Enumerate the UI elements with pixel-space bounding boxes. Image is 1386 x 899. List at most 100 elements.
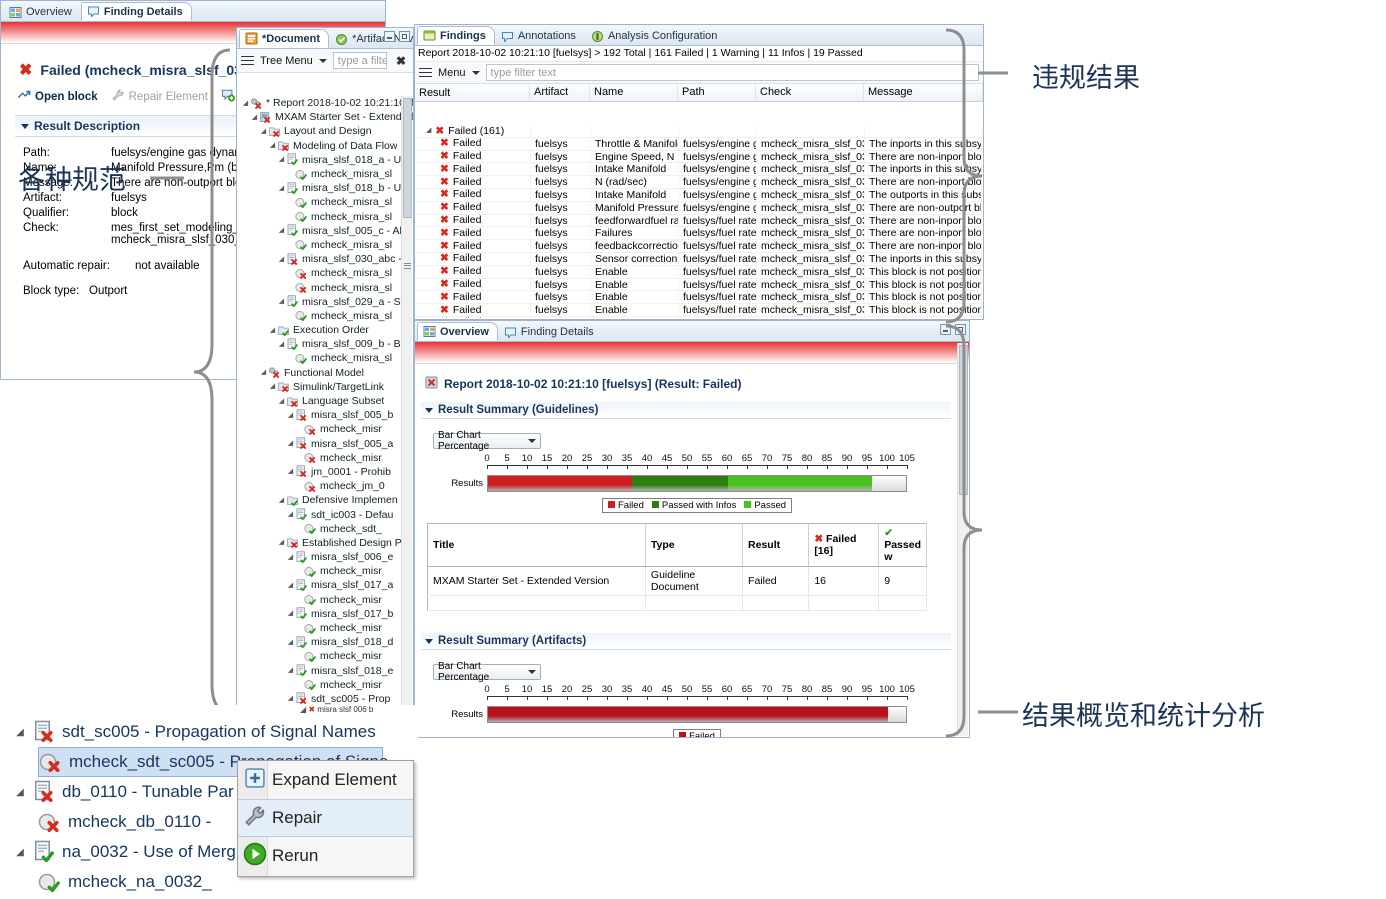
tree-expand-arrow-icon[interactable]: ◢ bbox=[277, 497, 286, 504]
tree-expand-arrow-icon[interactable]: ◢ bbox=[286, 667, 295, 674]
table-row[interactable]: ✖ Failedfuelsysfeedforwardfuel ratefuels… bbox=[416, 215, 982, 228]
tree-expand-arrow-icon[interactable]: ◢ bbox=[286, 468, 295, 475]
tree-expand-arrow-icon[interactable]: ◢ bbox=[250, 114, 259, 121]
table-row[interactable]: ✖ FailedfuelsysEnablefuelsys/fuel rate c… bbox=[416, 304, 982, 317]
tree-expand-arrow-icon[interactable]: ◢ bbox=[286, 610, 295, 617]
tab-document[interactable]: *Document bbox=[239, 29, 329, 48]
action-open-block[interactable]: Open block bbox=[17, 88, 98, 105]
guidelines-chart-type-chevron-icon[interactable] bbox=[528, 439, 536, 443]
tab-details-overview[interactable]: Overview bbox=[3, 2, 81, 21]
table-row[interactable]: ✖ FailedfuelsysSensor correction andfuel… bbox=[416, 253, 982, 266]
tab-annotations[interactable]: Annotations bbox=[495, 26, 585, 45]
guidelines-col-passed-with[interactable]: ✔ Passed w bbox=[879, 524, 927, 567]
guidelines-col-failed[interactable]: ✖ Failed [16] bbox=[809, 524, 879, 567]
section-result-summary-guidelines[interactable]: Result Summary (Guidelines) bbox=[421, 402, 951, 419]
tree-item[interactable]: ◢misra_slsf_005_c - Al bbox=[237, 224, 413, 238]
findings-menu-label[interactable]: Menu bbox=[438, 67, 466, 79]
tree-expand-arrow-icon[interactable]: ◢ bbox=[268, 383, 277, 390]
tree-item[interactable]: ◢Language Subset bbox=[237, 394, 413, 408]
chevron-down-icon[interactable] bbox=[319, 59, 327, 63]
tab-finding-details[interactable]: Finding Details bbox=[498, 322, 603, 341]
findings-table-body[interactable]: ◢✖Failed (161)✖ FailedfuelsysThrottle & … bbox=[416, 125, 982, 318]
tree-item[interactable]: mcheck_misr bbox=[237, 564, 413, 578]
tree-item[interactable]: mcheck_misra_sl bbox=[237, 309, 413, 323]
table-row[interactable]: ✖ FailedfuelsysEnablefuelsys/fuel rate c… bbox=[416, 266, 982, 279]
tree-item[interactable]: ◢sdt_sc005 - Prop bbox=[237, 692, 413, 706]
tree-filter-input[interactable]: type a filter quer bbox=[333, 52, 387, 69]
tree-expand-arrow-icon[interactable]: ◢ bbox=[286, 582, 295, 589]
tree-expand-arrow-icon[interactable]: ◢ bbox=[277, 539, 286, 546]
tree-expand-arrow-icon[interactable]: ◢ bbox=[241, 100, 250, 107]
tree-item[interactable]: mcheck_sdt_ bbox=[237, 522, 413, 536]
maximize-button[interactable] bbox=[399, 31, 410, 42]
tree-expand-arrow-icon[interactable]: ◢ bbox=[259, 369, 268, 376]
tree-item[interactable]: ◢Modeling of Data Flow bbox=[237, 139, 413, 153]
zoom-expand-arrow-icon[interactable]: ◢ bbox=[8, 727, 32, 738]
tree-item[interactable]: ◢MXAM Starter Set - Extended V bbox=[237, 110, 413, 124]
tree-expand-arrow-icon[interactable]: ◢ bbox=[286, 440, 295, 447]
context-menu-items[interactable]: Expand ElementRepairRerun bbox=[238, 761, 413, 875]
tree-item[interactable]: mcheck_misr bbox=[237, 593, 413, 607]
tree-item[interactable]: ◢misra_slsf_018_a - Us bbox=[237, 153, 413, 167]
table-row[interactable]: ✖ FailedfuelsysIntake Manifoldfuelsys/en… bbox=[416, 163, 982, 176]
table-row[interactable]: ✖ FailedfuelsysFailuresfuelsys/fuel rate… bbox=[416, 227, 982, 240]
tree-menu-icon[interactable] bbox=[241, 53, 254, 68]
tree-item[interactable]: mcheck_misr bbox=[237, 649, 413, 663]
tree-item[interactable]: ◢misra_slsf_017_a bbox=[237, 578, 413, 592]
tree-item[interactable]: ◢* Report 2018-10-02 10:21:10 [fuelsy bbox=[237, 96, 413, 110]
column-header-path[interactable]: Path bbox=[678, 84, 756, 101]
tab-analysis-configuration[interactable]: Analysis Configuration bbox=[585, 26, 726, 45]
table-row[interactable]: ✖ FailedfuelsysEnablefuelsys/fuel rate c… bbox=[416, 279, 982, 292]
tab-overview[interactable]: Overview bbox=[417, 322, 498, 341]
tree-item[interactable]: mcheck_misra_sl bbox=[237, 280, 413, 294]
tree-expand-arrow-icon[interactable]: ◢ bbox=[277, 298, 286, 305]
guidelines-chart-type-select[interactable]: Bar Chart Percentage bbox=[433, 433, 541, 449]
tree-item[interactable]: ◢misra_slsf_017_b bbox=[237, 607, 413, 621]
tree-item[interactable]: ◢Execution Order bbox=[237, 323, 413, 337]
tree-item[interactable]: mcheck_misr bbox=[237, 678, 413, 692]
tree-item[interactable]: ◢misra_slsf_029_a - Si bbox=[237, 295, 413, 309]
column-header-name[interactable]: Name bbox=[590, 84, 678, 101]
tree-item[interactable]: mcheck_misr bbox=[237, 621, 413, 635]
guidelines-col-result[interactable]: Result bbox=[743, 524, 809, 567]
tree-expand-arrow-icon[interactable]: ◢ bbox=[286, 554, 295, 561]
tree-expand-arrow-icon[interactable]: ◢ bbox=[277, 185, 286, 192]
findings-menu-icon[interactable] bbox=[419, 65, 432, 80]
column-header-artifact[interactable]: Artifact bbox=[530, 84, 590, 101]
column-header-result[interactable]: Result bbox=[415, 84, 530, 101]
tree-item[interactable]: ◢sdt_ic003 - Defau bbox=[237, 507, 413, 521]
artifacts-chart-type-select[interactable]: Bar Chart Percentage bbox=[433, 664, 541, 680]
table-row[interactable]: ✖ FailedfuelsysThrottle & Manifoldfuelsy… bbox=[416, 138, 982, 151]
findings-filter-input[interactable]: type filter text bbox=[486, 64, 979, 81]
tree-expand-arrow-icon[interactable]: ◢ bbox=[277, 227, 286, 234]
table-row[interactable]: ✖ FailedfuelsysEnablefuelsys/fuel rate c… bbox=[416, 291, 982, 304]
tree-item[interactable]: ◢misra_slsf_006_e bbox=[237, 550, 413, 564]
table-row[interactable]: ✖ FailedfuelsysIntake Manifoldfuelsys/en… bbox=[416, 189, 982, 202]
tree-menu-label[interactable]: Tree Menu bbox=[260, 55, 313, 67]
table-row[interactable]: ✖ FailedfuelsysEnablefuelsys/fuel rate c… bbox=[416, 317, 982, 318]
tree-item[interactable]: ◢misra_slsf_005_b bbox=[237, 408, 413, 422]
document-tree[interactable]: ◢* Report 2018-10-02 10:21:10 [fuelsy◢MX… bbox=[237, 96, 413, 706]
document-tree-scrollbar[interactable] bbox=[401, 96, 412, 705]
tree-expand-arrow-icon[interactable]: ◢ bbox=[277, 256, 286, 263]
findings-chevron-down-icon[interactable] bbox=[472, 71, 480, 75]
result-description-twisty-icon[interactable] bbox=[21, 124, 29, 129]
guidelines-col-type[interactable]: Type bbox=[645, 524, 742, 567]
tree-expand-arrow-icon[interactable]: ◢ bbox=[268, 327, 277, 334]
zoom-tree-item[interactable]: ◢sdt_sc005 - Propagation of Signal Names bbox=[8, 717, 418, 747]
tree-expand-arrow-icon[interactable]: ◢ bbox=[268, 142, 277, 149]
context-menu-item-expand-element[interactable]: Expand Element bbox=[238, 761, 413, 799]
tree-expand-arrow-icon[interactable]: ◢ bbox=[277, 156, 286, 163]
tree-item[interactable]: ◢Established Design P bbox=[237, 536, 413, 550]
tree-expand-arrow-icon[interactable]: ◢ bbox=[286, 412, 295, 419]
tree-item[interactable]: mcheck_misra_sl bbox=[237, 238, 413, 252]
tree-item[interactable]: ◢misra_slsf_030_abc - bbox=[237, 252, 413, 266]
tree-item[interactable]: ◢misra_slsf_018_d bbox=[237, 635, 413, 649]
tree-item[interactable]: mcheck_misra_sl bbox=[237, 167, 413, 181]
tree-item[interactable]: ◢Defensive Implemen bbox=[237, 493, 413, 507]
clear-filter-icon[interactable]: ✖ bbox=[393, 54, 409, 68]
table-row[interactable]: ✖ FailedfuelsysEngine Speed, Nfuelsys/en… bbox=[416, 151, 982, 164]
tree-expand-arrow-icon[interactable]: ◢ bbox=[286, 695, 295, 702]
table-row[interactable]: ✖ Failedfuelsysfeedbackcorrectionfuelsys… bbox=[416, 240, 982, 253]
tree-item[interactable]: ◢Functional Model bbox=[237, 366, 413, 380]
